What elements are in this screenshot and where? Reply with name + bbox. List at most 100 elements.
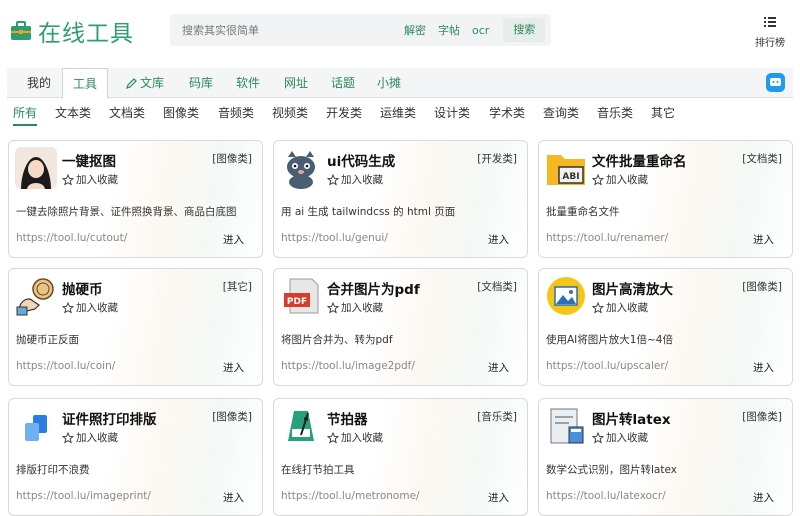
card-category-tag: [图像类] (742, 411, 782, 423)
nav-item-library-label: 文库 (140, 76, 165, 90)
card-category-tag: [文档类] (742, 153, 782, 165)
favorite-label: 加入收藏 (76, 174, 118, 186)
card-url[interactable]: https://tool.lu/genui/ (281, 232, 388, 244)
nav-item-tools[interactable]: 工具 (62, 68, 109, 99)
nav-item-stalls[interactable]: 小摊 (377, 68, 401, 98)
tool-card[interactable]: 证件照打印排版 [图像类] 加入收藏 排版打印不浪费 https://tool.… (8, 398, 263, 516)
pen-icon (126, 77, 137, 89)
category-text[interactable]: 文本类 (55, 104, 91, 121)
star-icon (592, 173, 604, 185)
folder-abi-icon: ABI (547, 155, 585, 185)
card-url[interactable]: https://tool.lu/upscaler/ (546, 360, 668, 372)
favorite-button[interactable]: 加入收藏 (62, 300, 118, 315)
logo-text: 在线工具 (38, 21, 134, 47)
favorite-label: 加入收藏 (76, 302, 118, 314)
enter-button[interactable]: 进入 (753, 232, 774, 247)
favorite-button[interactable]: 加入收藏 (592, 430, 648, 445)
tool-card[interactable]: 图片高清放大 [图像类] 加入收藏 使用AI将图片放大1倍~4倍 https:/… (538, 268, 793, 386)
toolbox-icon (11, 21, 31, 40)
search-chip-copybook[interactable]: 字帖 (438, 22, 460, 38)
favorite-button[interactable]: 加入收藏 (592, 172, 648, 187)
tool-card[interactable]: 图片转latex [图像类] 加入收藏 数学公式识别，图片转latex http… (538, 398, 793, 516)
category-doc[interactable]: 文档类 (109, 104, 145, 121)
enter-button[interactable]: 进入 (223, 360, 244, 375)
enter-button[interactable]: 进入 (488, 360, 509, 375)
enter-button[interactable]: 进入 (223, 232, 244, 247)
category-audio[interactable]: 音频类 (218, 104, 254, 121)
favorite-label: 加入收藏 (341, 302, 383, 314)
category-academic[interactable]: 学术类 (489, 104, 525, 121)
search-input[interactable] (182, 23, 392, 37)
card-url[interactable]: https://tool.lu/cutout/ (16, 232, 127, 244)
enter-button[interactable]: 进入 (223, 490, 244, 505)
list-icon (764, 17, 776, 27)
card-title: 抛硬币 (62, 282, 103, 298)
tool-card[interactable]: 一键抠图 [图像类] 加入收藏 一键去除照片背景、证件照换背景、商品白底图 ht… (8, 140, 263, 258)
nav-item-code[interactable]: 码库 (189, 68, 213, 98)
card-description: 将图片合并为、转为pdf (281, 334, 393, 346)
search-button[interactable]: 搜索 (503, 18, 546, 42)
favorite-button[interactable]: 加入收藏 (327, 300, 383, 315)
category-other[interactable]: 其它 (651, 104, 675, 121)
favorite-button[interactable]: 加入收藏 (62, 172, 118, 187)
svg-text:PDF: PDF (287, 297, 307, 307)
tool-card[interactable]: ABI 文件批量重命名 [文档类] 加入收藏 批量重命名文件 https://t… (538, 140, 793, 258)
enter-button[interactable]: 进入 (753, 490, 774, 505)
ranking-button[interactable]: 排行榜 (751, 15, 789, 50)
search-chip-ocr[interactable]: ocr (472, 24, 489, 37)
card-title: 一键抠图 (62, 154, 116, 170)
star-icon (592, 301, 604, 313)
category-active-indicator (13, 124, 37, 126)
card-category-tag: [文档类] (477, 281, 517, 293)
category-ops[interactable]: 运维类 (380, 104, 416, 121)
search-chip-decrypt[interactable]: 解密 (404, 22, 426, 38)
favorite-button[interactable]: 加入收藏 (592, 300, 648, 315)
pdf-icon: PDF (284, 278, 319, 314)
category-dev[interactable]: 开发类 (326, 104, 362, 121)
card-url[interactable]: https://tool.lu/metronome/ (281, 490, 420, 502)
category-video[interactable]: 视频类 (272, 104, 308, 121)
card-description: 用 ai 生成 tailwindcss 的 html 页面 (281, 206, 456, 218)
enter-button[interactable]: 进入 (488, 490, 509, 505)
tool-card[interactable]: PDF 合并图片为pdf [文档类] 加入收藏 将图片合并为、转为pdf htt… (273, 268, 528, 386)
card-url[interactable]: https://tool.lu/image2pdf/ (281, 360, 415, 372)
card-description: 在线打节拍工具 (281, 464, 355, 476)
enter-button[interactable]: 进入 (753, 360, 774, 375)
card-category-tag: [开发类] (477, 153, 517, 165)
header: 在线工具 解密 字帖 ocr 搜索 排行榜 (0, 0, 800, 66)
nav-item-software[interactable]: 软件 (236, 68, 260, 98)
site-logo[interactable]: 在线工具 (10, 14, 134, 48)
favorite-button[interactable]: 加入收藏 (327, 430, 383, 445)
tool-card[interactable]: ui代码生成 [开发类] 加入收藏 用 ai 生成 tailwindcss 的 … (273, 140, 528, 258)
card-title: ui代码生成 (327, 154, 396, 170)
favorite-label: 加入收藏 (606, 174, 648, 186)
tool-card[interactable]: 抛硬币 [其它] 加入收藏 抛硬币正反面 https://tool.lu/coi… (8, 268, 263, 386)
category-query[interactable]: 查询类 (543, 104, 579, 121)
tool-card[interactable]: 节拍器 [音乐类] 加入收藏 在线打节拍工具 https://tool.lu/m… (273, 398, 528, 516)
chat-button[interactable] (766, 73, 785, 92)
favorite-button[interactable]: 加入收藏 (327, 172, 383, 187)
card-title: 合并图片为pdf (327, 282, 420, 298)
enter-button[interactable]: 进入 (488, 232, 509, 247)
nav-item-topics[interactable]: 话题 (331, 68, 355, 98)
card-description: 使用AI将图片放大1倍~4倍 (546, 334, 673, 346)
category-all[interactable]: 所有 (13, 104, 37, 121)
image-upscale-icon (547, 277, 585, 315)
category-design[interactable]: 设计类 (434, 104, 470, 121)
star-icon (62, 431, 74, 443)
favorite-button[interactable]: 加入收藏 (62, 430, 118, 445)
category-image[interactable]: 图像类 (163, 104, 199, 121)
nav-item-links[interactable]: 网址 (284, 68, 308, 98)
card-category-tag: [图像类] (212, 153, 252, 165)
card-url[interactable]: https://tool.lu/coin/ (16, 360, 115, 372)
card-category-tag: [图像类] (212, 411, 252, 423)
nav-item-library[interactable]: 文库 (125, 68, 164, 98)
category-music[interactable]: 音乐类 (597, 104, 633, 121)
metronome-icon (288, 411, 314, 441)
card-url[interactable]: https://tool.lu/renamer/ (546, 232, 668, 244)
card-title: 图片转latex (592, 412, 671, 428)
card-category-tag: [音乐类] (477, 411, 517, 423)
nav-item-mine[interactable]: 我的 (27, 68, 51, 98)
card-url[interactable]: https://tool.lu/imageprint/ (16, 490, 151, 502)
card-url[interactable]: https://tool.lu/latexocr/ (546, 490, 666, 502)
